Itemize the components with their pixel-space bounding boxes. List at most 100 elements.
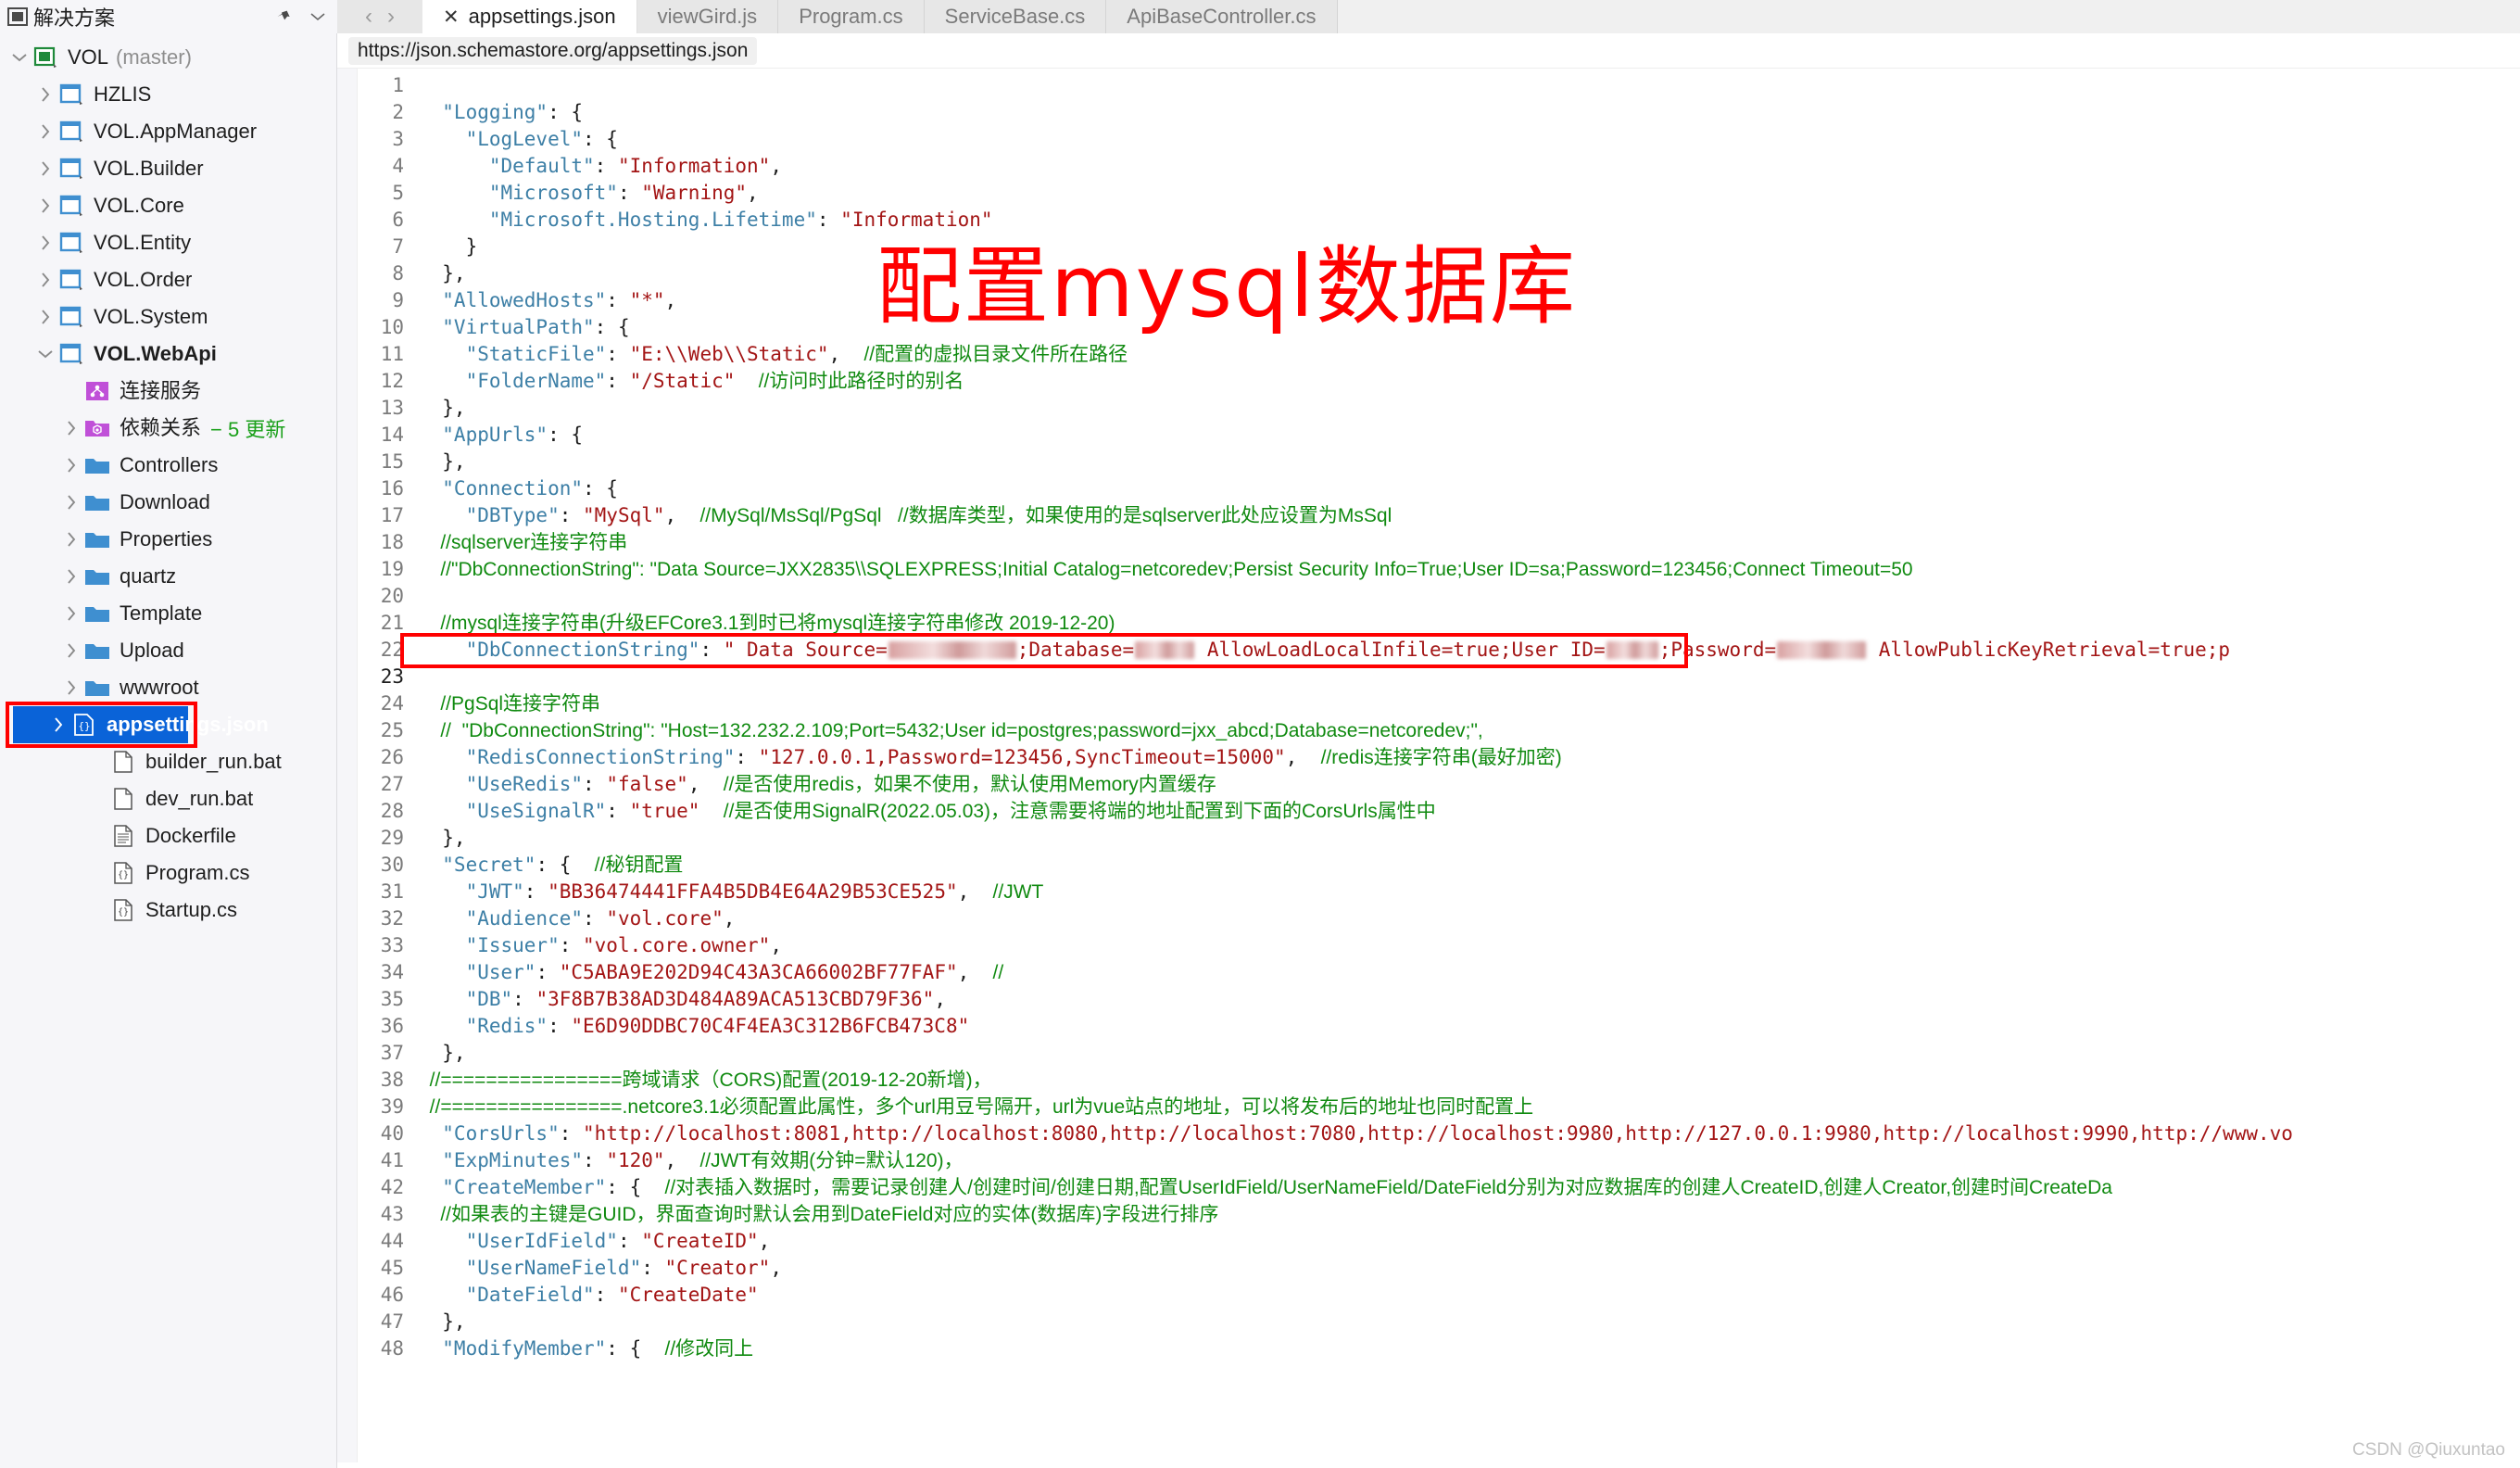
tab-program-cs[interactable]: Program.cs: [778, 0, 925, 33]
chevron-right-icon[interactable]: [59, 457, 83, 474]
tab-apibasecontroller-cs[interactable]: ApiBaseController.cs: [1106, 0, 1338, 33]
tree-item-quartz[interactable]: quartz: [0, 558, 336, 595]
line-content[interactable]: //"DbConnectionString": "Data Source=JXX…: [419, 556, 1912, 583]
code-line-3[interactable]: 3 "LogLevel": {: [358, 126, 2520, 153]
code-line-48[interactable]: 48 "ModifyMember": { //修改同上: [358, 1335, 2520, 1362]
line-content[interactable]: "JWT": "BB36474441FFA4B5DB4E64A29B53CE52…: [419, 879, 1044, 905]
chevron-right-icon[interactable]: [33, 160, 57, 177]
chevron-right-icon[interactable]: [33, 86, 57, 103]
tree-item-[interactable]: 依赖关系 − 5 更新: [0, 410, 336, 447]
line-content[interactable]: "ModifyMember": { //修改同上: [419, 1335, 753, 1362]
line-content[interactable]: "DBType": "MySql", //MySql/MsSql/PgSql /…: [419, 502, 1392, 529]
line-content[interactable]: "Audience": "vol.core",: [419, 905, 736, 932]
schema-url[interactable]: https://json.schemastore.org/appsettings…: [348, 36, 758, 65]
code-line-28[interactable]: 28 "UseSignalR": "true" //是否使用SignalR(20…: [358, 798, 2520, 825]
line-content[interactable]: "Secret": { //秘钥配置: [419, 852, 683, 879]
line-content[interactable]: },: [419, 395, 465, 422]
tab-nav-back-icon[interactable]: ‹: [365, 6, 372, 28]
chevron-right-icon[interactable]: [46, 716, 70, 733]
pin-icon[interactable]: [274, 6, 295, 27]
line-content[interactable]: "Issuer": "vol.core.owner",: [419, 932, 782, 959]
line-content[interactable]: // "DbConnectionString": "Host=132.232.2…: [419, 717, 1482, 744]
code-line-46[interactable]: 46 "DateField": "CreateDate": [358, 1282, 2520, 1309]
code-line-35[interactable]: 35 "DB": "3F8B7B38AD3D484A89ACA513CBD79F…: [358, 986, 2520, 1013]
chevron-right-icon[interactable]: [59, 642, 83, 659]
solution-explorer-tree[interactable]: VOL (master) HZLIS VOL.AppManager VOL.Builde…: [0, 33, 337, 1468]
line-content[interactable]: "UserIdField": "CreateID",: [419, 1228, 771, 1255]
code-line-26[interactable]: 26 "RedisConnectionString": "127.0.0.1,P…: [358, 744, 2520, 771]
code-line-24[interactable]: 24 //PgSql连接字符串: [358, 690, 2520, 717]
code-line-4[interactable]: 4 "Default": "Information",: [358, 153, 2520, 180]
tree-item-vol.appmanager[interactable]: VOL.AppManager: [0, 113, 336, 150]
code-line-30[interactable]: 30 "Secret": { //秘钥配置: [358, 852, 2520, 879]
code-line-15[interactable]: 15 },: [358, 449, 2520, 475]
code-line-36[interactable]: 36 "Redis": "E6D90DDBC70C4F4EA3C312B6FCB…: [358, 1013, 2520, 1040]
code-line-20[interactable]: 20: [358, 583, 2520, 610]
line-content[interactable]: "DateField": "CreateDate": [419, 1282, 759, 1309]
line-content[interactable]: "LogLevel": {: [419, 126, 618, 153]
chevron-right-icon[interactable]: [33, 123, 57, 140]
tree-item-wwwroot[interactable]: wwwroot: [0, 669, 336, 706]
tree-item-program.cs[interactable]: {} Program.cs: [0, 854, 336, 892]
line-content[interactable]: "StaticFile": "E:\\Web\\Static", //配置的虚拟…: [419, 341, 1128, 368]
tree-item-vol.system[interactable]: VOL.System: [0, 298, 336, 335]
tree-item-vol.webapi[interactable]: VOL.WebApi: [0, 335, 336, 373]
chevron-right-icon[interactable]: [59, 679, 83, 696]
code-line-21[interactable]: 21 //mysql连接字符串(升级EFCore3.1到时已将mysql连接字符…: [358, 610, 2520, 637]
line-content[interactable]: "ExpMinutes": "120", //JWT有效期(分钟=默认120)，: [419, 1147, 963, 1174]
code-line-2[interactable]: 2 "Logging": {: [358, 99, 2520, 126]
line-content[interactable]: },: [419, 825, 465, 852]
chevron-down-icon[interactable]: [308, 6, 328, 27]
code-line-33[interactable]: 33 "Issuer": "vol.core.owner",: [358, 932, 2520, 959]
line-content[interactable]: "Logging": {: [419, 99, 583, 126]
code-line-6[interactable]: 6 "Microsoft.Hosting.Lifetime": "Informa…: [358, 207, 2520, 234]
tree-item-dockerfile[interactable]: Dockerfile: [0, 817, 336, 854]
line-content[interactable]: //mysql连接字符串(升级EFCore3.1到时已将mysql连接字符串修改…: [419, 610, 1115, 637]
code-line-43[interactable]: 43 //如果表的主键是GUID，界面查询时默认会用到DateField对应的实…: [358, 1201, 2520, 1228]
line-content[interactable]: "UserNameField": "Creator",: [419, 1255, 782, 1282]
code-line-40[interactable]: 40 "CorsUrls": "http://localhost:8081,ht…: [358, 1120, 2520, 1147]
code-line-11[interactable]: 11 "StaticFile": "E:\\Web\\Static", //配置…: [358, 341, 2520, 368]
line-content[interactable]: //================跨域请求（CORS)配置(2019-12-2…: [419, 1067, 992, 1094]
line-content[interactable]: "AllowedHosts": "*",: [419, 287, 676, 314]
tab-close-icon[interactable]: ✕: [443, 7, 460, 27]
tab-nav-forward-icon[interactable]: ›: [387, 6, 395, 28]
line-content[interactable]: "AppUrls": {: [419, 422, 583, 449]
chevron-down-icon[interactable]: [7, 52, 32, 63]
code-line-22[interactable]: 22 "DbConnectionString": " Data Source=;…: [358, 637, 2520, 664]
code-line-44[interactable]: 44 "UserIdField": "CreateID",: [358, 1228, 2520, 1255]
chevron-down-icon[interactable]: [33, 348, 57, 360]
line-content[interactable]: "Connection": {: [419, 475, 618, 502]
code-line-18[interactable]: 18 //sqlserver连接字符串: [358, 529, 2520, 556]
code-line-14[interactable]: 14 "AppUrls": {: [358, 422, 2520, 449]
code-line-12[interactable]: 12 "FolderName": "/Static" //访问时此路径时的别名: [358, 368, 2520, 395]
code-line-1[interactable]: 1: [358, 72, 2520, 99]
line-content[interactable]: "UseRedis": "false", //是否使用redis，如果不使用，默…: [419, 771, 1216, 798]
tree-item-vol.order[interactable]: VOL.Order: [0, 261, 336, 298]
chevron-right-icon[interactable]: [33, 197, 57, 214]
code-line-47[interactable]: 47 },: [358, 1309, 2520, 1335]
code-line-29[interactable]: 29 },: [358, 825, 2520, 852]
line-content[interactable]: "Default": "Information",: [419, 153, 782, 180]
code-line-13[interactable]: 13 },: [358, 395, 2520, 422]
chevron-right-icon[interactable]: [33, 272, 57, 288]
line-content[interactable]: "FolderName": "/Static" //访问时此路径时的别名: [419, 368, 964, 395]
code-line-23[interactable]: 23: [358, 664, 2520, 690]
line-content[interactable]: },: [419, 1040, 465, 1067]
chevron-right-icon[interactable]: [59, 568, 83, 585]
code-line-5[interactable]: 5 "Microsoft": "Warning",: [358, 180, 2520, 207]
tree-item-template[interactable]: Template: [0, 595, 336, 632]
chevron-right-icon[interactable]: [59, 494, 83, 511]
tree-item-vol.builder[interactable]: VOL.Builder: [0, 150, 336, 187]
code-line-38[interactable]: 38 //================跨域请求（CORS)配置(2019-1…: [358, 1067, 2520, 1094]
code-line-19[interactable]: 19 //"DbConnectionString": "Data Source=…: [358, 556, 2520, 583]
tree-item-appsettings.json[interactable]: {} appsettings.json: [13, 706, 269, 743]
line-content[interactable]: "Microsoft": "Warning",: [419, 180, 759, 207]
line-content[interactable]: "UseSignalR": "true" //是否使用SignalR(2022.…: [419, 798, 1436, 825]
code-line-41[interactable]: 41 "ExpMinutes": "120", //JWT有效期(分钟=默认12…: [358, 1147, 2520, 1174]
tree-item-hzlis[interactable]: HZLIS: [0, 76, 336, 113]
code-line-32[interactable]: 32 "Audience": "vol.core",: [358, 905, 2520, 932]
chevron-right-icon[interactable]: [59, 531, 83, 548]
line-content[interactable]: "User": "C5ABA9E202D94C43A3CA66002BF77FA…: [419, 959, 1004, 986]
tree-item-upload[interactable]: Upload: [0, 632, 336, 669]
